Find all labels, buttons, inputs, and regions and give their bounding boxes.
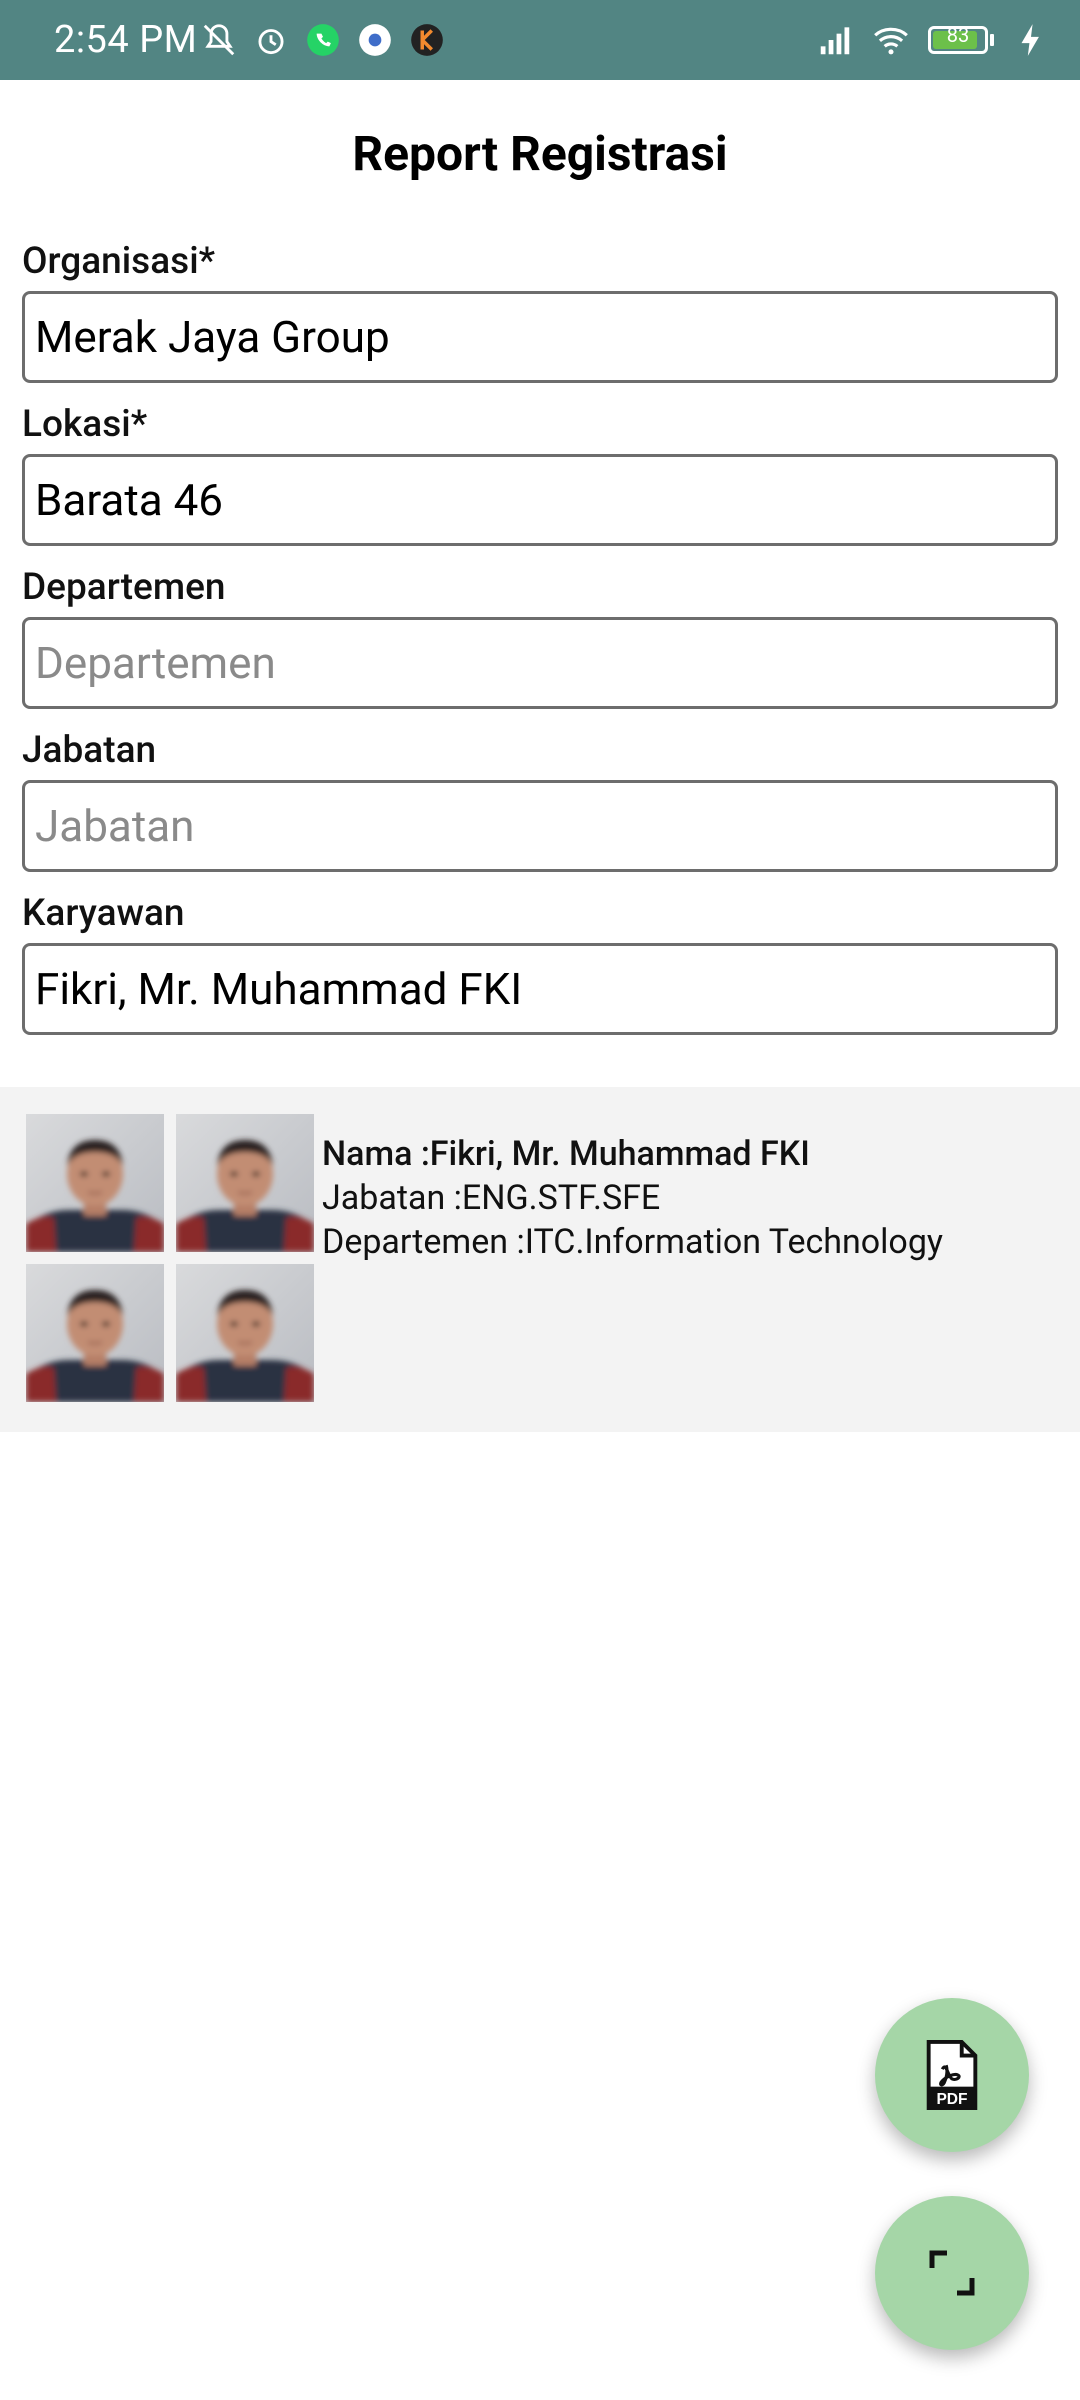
whatsapp-icon: [304, 21, 342, 59]
lokasi-label: Lokasi*: [22, 403, 148, 446]
karyawan-input[interactable]: Fikri, Mr. Muhammad FKI: [22, 943, 1058, 1035]
k-app-icon: [408, 21, 446, 59]
pdf-icon: PDF: [922, 2040, 982, 2110]
wifi-icon: [872, 21, 910, 59]
status-time: 2:54 PM: [54, 18, 198, 62]
page-title: Report Registrasi: [352, 125, 728, 182]
export-pdf-button[interactable]: PDF: [875, 1998, 1029, 2152]
employee-photo[interactable]: [176, 1264, 314, 1402]
karyawan-value: Fikri, Mr. Muhammad FKI: [35, 963, 523, 1015]
lokasi-input[interactable]: Barata 46: [22, 454, 1058, 546]
organisasi-value: Merak Jaya Group: [35, 311, 390, 363]
status-icons-left: [200, 21, 446, 59]
signal-icon: [816, 21, 854, 59]
employee-photos: [26, 1114, 316, 1404]
battery-level: 83: [946, 23, 970, 47]
alarm-icon: [252, 21, 290, 59]
employee-info: Nama :Fikri, Mr. Muhammad FKI Jabatan :E…: [322, 1132, 943, 1264]
svg-text:PDF: PDF: [936, 2091, 967, 2108]
settings-app-icon: [356, 21, 394, 59]
charging-icon: [1012, 21, 1050, 59]
departemen-input[interactable]: Departemen: [22, 617, 1058, 709]
jabatan-label: Jabatan: [22, 729, 157, 772]
lokasi-value: Barata 46: [35, 474, 224, 526]
scan-corners-icon: [927, 2248, 977, 2298]
departemen-field-group: Departemen Departemen: [22, 566, 1058, 709]
organisasi-input[interactable]: Merak Jaya Group: [22, 291, 1058, 383]
scan-button[interactable]: [875, 2196, 1029, 2350]
employee-photo[interactable]: [176, 1114, 314, 1252]
jabatan-placeholder: Jabatan: [35, 800, 195, 852]
jabatan-field-group: Jabatan Jabatan: [22, 729, 1058, 872]
departemen-label: Departemen: [22, 566, 226, 609]
status-bar: 2:54 PM 83: [0, 0, 1080, 80]
employee-name: Nama :Fikri, Mr. Muhammad FKI: [322, 1134, 810, 1174]
karyawan-field-group: Karyawan Fikri, Mr. Muhammad FKI: [22, 892, 1058, 1035]
lokasi-field-group: Lokasi* Barata 46: [22, 403, 1058, 546]
organisasi-field-group: Organisasi* Merak Jaya Group: [22, 240, 1058, 383]
departemen-placeholder: Departemen: [35, 637, 276, 689]
battery-icon: 83: [928, 23, 994, 54]
status-icons-right: 83: [816, 21, 1050, 59]
karyawan-label: Karyawan: [22, 892, 185, 935]
employee-position: Jabatan :ENG.STF.SFE: [322, 1178, 661, 1218]
employee-result-card[interactable]: Nama :Fikri, Mr. Muhammad FKI Jabatan :E…: [0, 1087, 1080, 1432]
organisasi-label: Organisasi*: [22, 240, 216, 283]
employee-department: Departemen :ITC.Information Technology: [322, 1222, 943, 1262]
jabatan-input[interactable]: Jabatan: [22, 780, 1058, 872]
muted-bell-icon: [200, 21, 238, 59]
employee-photo[interactable]: [26, 1114, 164, 1252]
employee-photo[interactable]: [26, 1264, 164, 1402]
